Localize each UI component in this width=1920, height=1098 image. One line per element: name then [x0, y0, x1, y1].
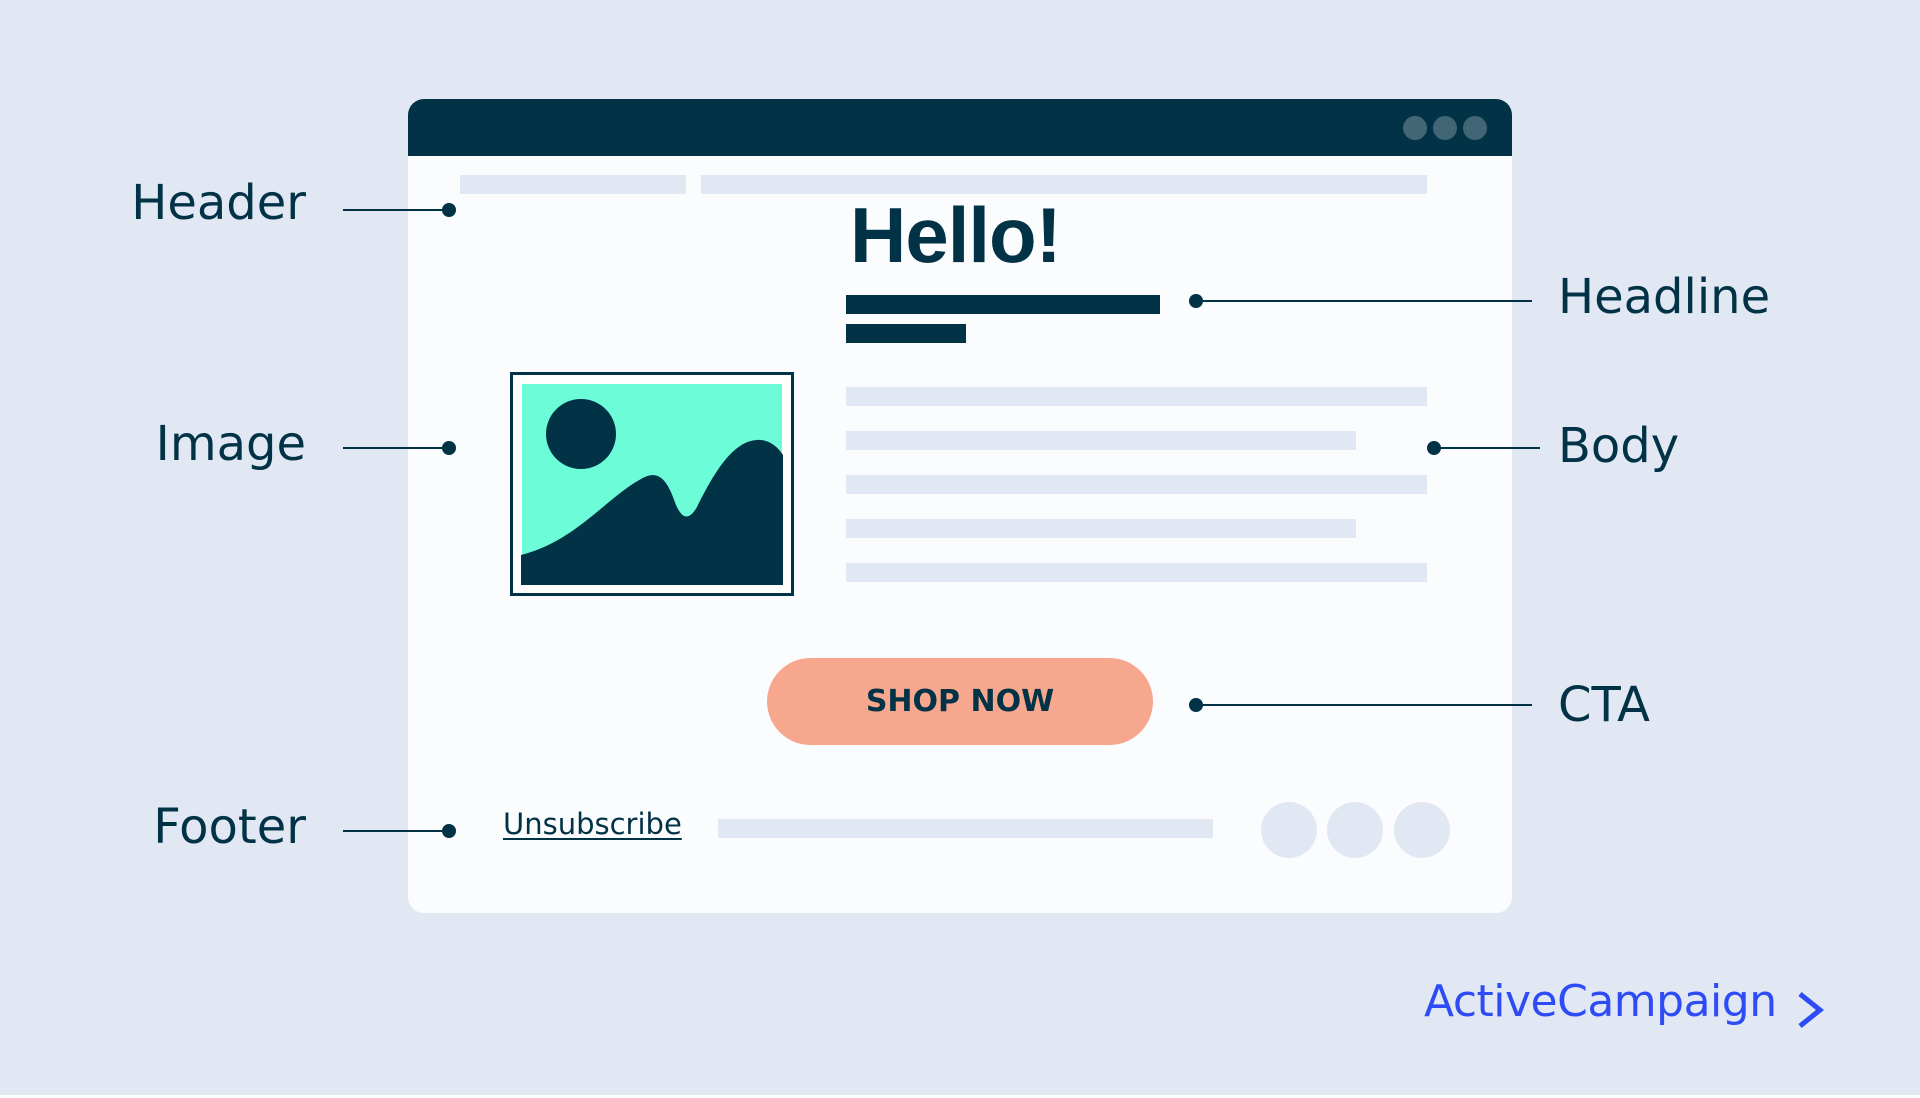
subheadline-bar: [846, 324, 966, 343]
annotation-footer: Footer: [153, 799, 306, 855]
leader-line: [1434, 447, 1540, 449]
body-text-line: [846, 563, 1427, 582]
window-control-dot[interactable]: [1403, 116, 1427, 140]
leader-dot: [442, 441, 456, 455]
leader-line: [343, 209, 449, 211]
body-text-line: [846, 475, 1427, 494]
annotation-body: Body: [1558, 418, 1680, 474]
body-text-line: [846, 519, 1356, 538]
email-image: [510, 372, 794, 596]
diagram-canvas: Hello! SHOP NOW Unsubscribe Header Image…: [0, 0, 1920, 1095]
annotation-image: Image: [155, 416, 306, 472]
annotation-headline: Headline: [1558, 269, 1771, 325]
window-titlebar: [408, 99, 1512, 156]
image-placeholder-icon: [521, 384, 783, 585]
email-headline: Hello!: [850, 191, 1062, 279]
window-control-dot[interactable]: [1433, 116, 1457, 140]
headline-underline-bar: [846, 295, 1160, 314]
social-icon[interactable]: [1261, 802, 1317, 858]
footer-text-placeholder: [718, 819, 1213, 838]
annotation-header: Header: [131, 175, 306, 231]
unsubscribe-link[interactable]: Unsubscribe: [503, 810, 682, 839]
activecampaign-logo: ActiveCampaign: [1424, 976, 1777, 1027]
leader-line: [1196, 704, 1532, 706]
leader-dot: [442, 203, 456, 217]
shop-now-button[interactable]: SHOP NOW: [767, 658, 1153, 745]
body-text-line: [846, 431, 1356, 450]
leader-line: [1196, 300, 1532, 302]
annotation-cta: CTA: [1558, 677, 1650, 733]
leader-dot: [442, 824, 456, 838]
leader-line: [343, 447, 449, 449]
social-icon[interactable]: [1394, 802, 1450, 858]
chevron-right-icon: [1798, 992, 1825, 1028]
window-control-dot[interactable]: [1463, 116, 1487, 140]
body-text-line: [846, 387, 1427, 406]
header-nav-placeholder: [701, 175, 1427, 194]
header-nav-placeholder: [460, 175, 686, 194]
social-icon[interactable]: [1327, 802, 1383, 858]
leader-line: [343, 830, 449, 832]
